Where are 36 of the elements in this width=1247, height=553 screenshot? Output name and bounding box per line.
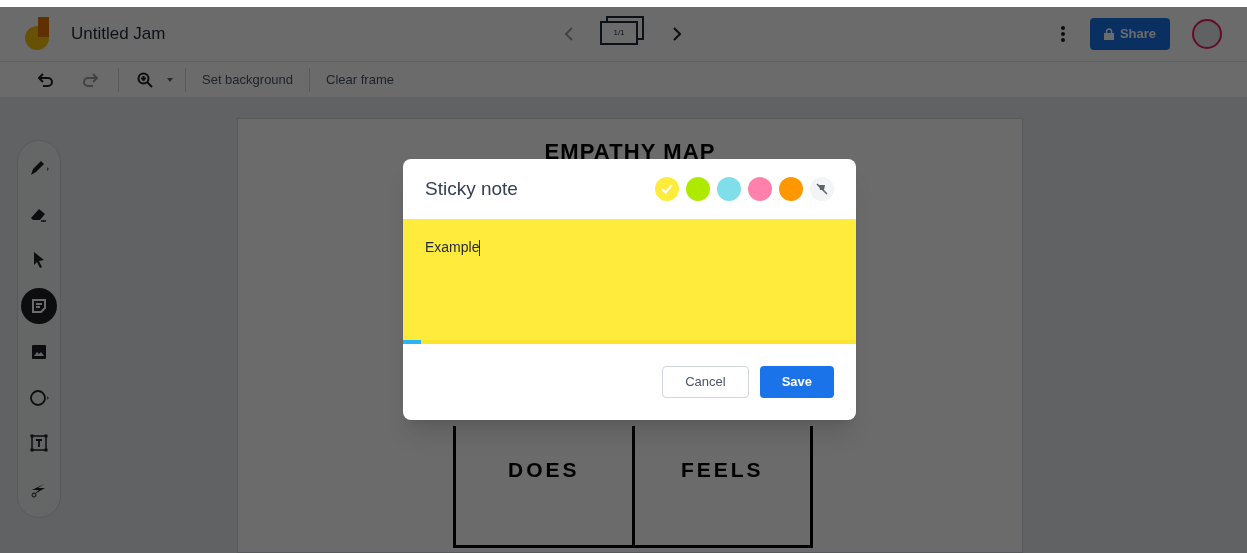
lock-icon <box>1103 28 1114 40</box>
crossed-drop-icon <box>816 183 828 195</box>
chevron-right-icon <box>672 26 682 42</box>
more-vertical-icon <box>1061 26 1065 42</box>
caret-icon <box>167 77 173 82</box>
map-title: EMPATHY MAP <box>544 138 716 166</box>
color-swatch[interactable] <box>686 177 710 201</box>
share-button[interactable]: Share <box>1090 18 1170 50</box>
no-color-swatch[interactable] <box>810 177 834 201</box>
color-swatch[interactable] <box>717 177 741 201</box>
quadrant-label: FEELS <box>680 457 764 483</box>
document-title: Untitled Jam <box>71 23 166 46</box>
dialog-title: Sticky note <box>425 176 518 201</box>
toolbar-action[interactable]: Clear frame <box>326 69 394 90</box>
save-button[interactable]: Save <box>759 366 834 398</box>
redo-button[interactable] <box>82 72 98 87</box>
quadrant-label: DOES <box>508 457 580 483</box>
frame-counter: 1/1 <box>600 21 638 45</box>
note-text: Example <box>425 239 481 255</box>
color-swatch[interactable] <box>655 177 679 201</box>
check-icon <box>661 184 673 194</box>
color-swatch[interactable] <box>748 177 772 201</box>
cancel-button[interactable]: Cancel <box>662 366 749 398</box>
redo-icon <box>82 72 98 87</box>
toolbar-action[interactable]: Set background <box>202 69 294 90</box>
note-text-area[interactable]: Example <box>403 219 856 344</box>
app-logo-icon <box>25 17 51 51</box>
zoom-in-icon <box>137 71 153 88</box>
tool-button[interactable] <box>21 288 57 325</box>
text-box-icon <box>28 432 50 455</box>
chevron-left-icon <box>564 26 574 42</box>
avatar[interactable] <box>1192 19 1222 49</box>
zoom-button[interactable] <box>137 71 173 88</box>
color-swatch[interactable] <box>779 177 803 201</box>
undo-button[interactable] <box>38 72 54 87</box>
undo-icon <box>38 72 54 87</box>
